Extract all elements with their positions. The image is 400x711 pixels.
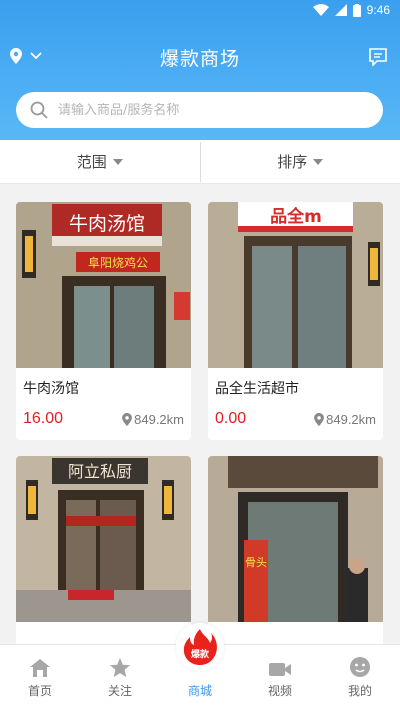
caret-down-icon [112,158,123,165]
tab-video[interactable]: 视频 [240,645,320,711]
filter-bar: 范围 排序 [0,140,400,184]
tab-mine-label: 我的 [347,684,372,698]
tab-home-label: 首页 [27,684,52,698]
video-icon [269,663,291,676]
tab-home[interactable]: 首页 [0,645,80,711]
shop-card[interactable]: 阿立私厨 [16,456,191,644]
tab-follow[interactable]: 关注 [80,645,160,711]
shop-card[interactable]: 骨头 [208,456,383,644]
home-icon [30,659,50,677]
message-button[interactable] [368,48,388,70]
shop-sign-sub: 阜阳烧鸡公 [88,255,148,270]
shop-sign-text: 牛肉汤馆 [69,213,145,235]
tab-mine[interactable]: 我的 [320,645,400,711]
search-input[interactable] [58,102,338,118]
tab-mall-label: 商城 [187,684,212,698]
filter-range-label: 范围 [76,153,107,171]
filter-sort[interactable]: 排序 [201,140,400,183]
location-pin-icon [122,412,132,426]
shop-distance: 849.2km [326,411,376,427]
tab-video-label: 视频 [267,684,292,698]
star-icon [109,657,131,678]
wifi-icon [312,4,329,16]
location-pin-icon [314,412,324,426]
shop-sign-text: 骨头 [245,556,267,569]
shop-price: 0.00 [215,410,247,427]
filter-range[interactable]: 范围 [0,140,200,183]
page-title: 爆款商场 [159,48,240,70]
caret-down-icon [313,158,324,165]
shop-distance: 849.2km [134,411,184,427]
shop-photo: 骨头 [208,456,383,622]
search-icon [30,101,48,119]
shop-grid: 牛肉汤馆 阜阳烧鸡公 牛肉汤馆 16.00 849.2km 品全m 品全生活超市… [0,184,400,644]
flame-icon: 爆款 [183,629,217,665]
battery-icon [352,3,361,17]
header: 9:46 爆款商场 [0,0,400,140]
message-icon [369,48,387,67]
bottom-tab-bar: 首页 关注 爆款 商城 视频 我的 [0,623,400,711]
shop-name: 牛肉汤馆 [23,381,79,397]
status-bar: 9:46 [0,0,400,24]
shop-card[interactable]: 牛肉汤馆 阜阳烧鸡公 牛肉汤馆 16.00 849.2km [16,202,191,440]
signal-icon [334,4,347,16]
shop-sign-text: 品全m [270,206,322,227]
flame-badge-text: 爆款 [191,648,210,660]
shop-photo: 牛肉汤馆 阜阳烧鸡公 [16,202,191,368]
mall-center-button[interactable]: 爆款 [176,623,224,671]
status-time: 9:46 [366,3,390,17]
search-bar[interactable] [16,92,383,128]
shop-price: 16.00 [23,410,64,427]
shop-photo: 阿立私厨 [16,456,191,622]
shop-name: 品全生活超市 [215,381,299,397]
tab-follow-label: 关注 [107,684,132,698]
shop-photo: 品全m [208,202,383,368]
filter-sort-label: 排序 [277,153,308,171]
shop-sign-text: 阿立私厨 [68,462,132,481]
user-icon [350,657,370,677]
shop-card[interactable]: 品全m 品全生活超市 0.00 849.2km [208,202,383,440]
tab-mall[interactable]: 爆款 商城 [160,623,240,711]
